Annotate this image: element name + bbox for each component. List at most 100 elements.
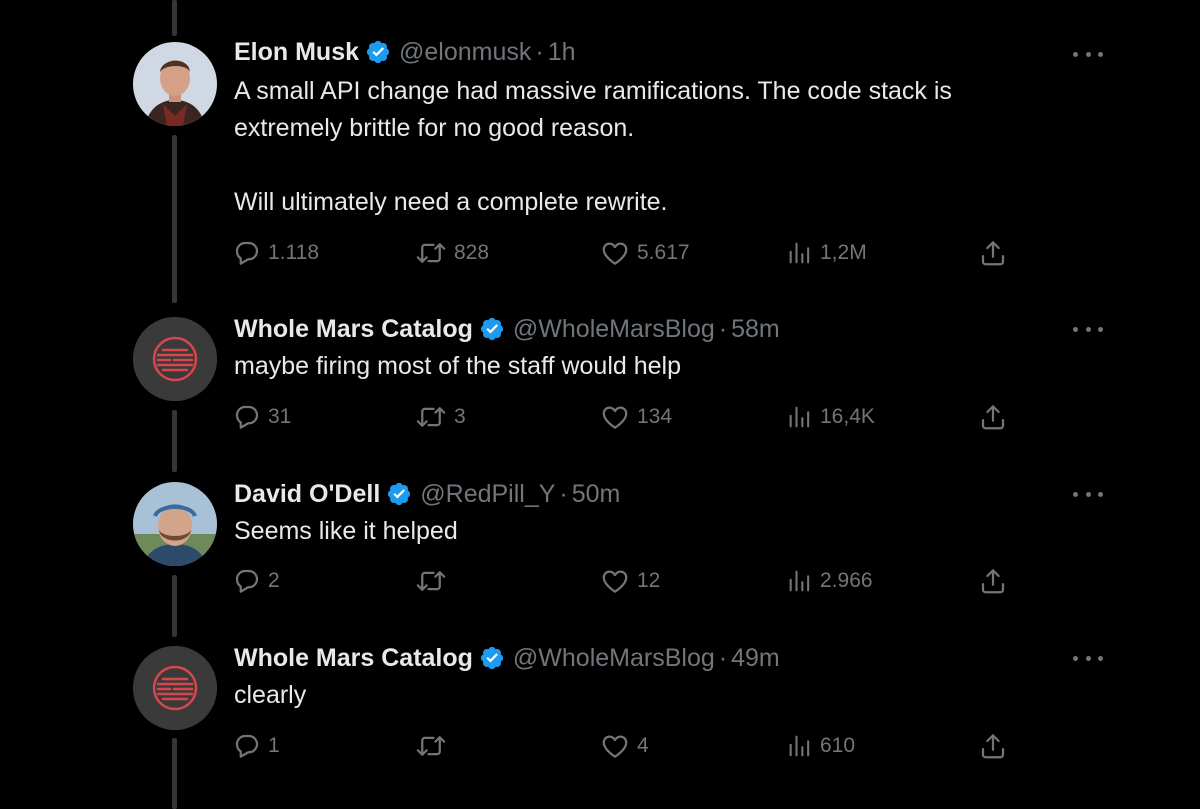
author-handle[interactable]: @RedPill_Y [420,479,555,509]
separator-dot: · [718,315,728,343]
reply-button[interactable]: 2 [232,566,280,596]
author-name[interactable]: Elon Musk [234,37,359,67]
like-button[interactable]: 134 [599,402,672,432]
tweet-header: David O'Dell @RedPill_Y · 50m [234,479,620,509]
tweet[interactable]: David O'Dell @RedPill_Y · 50m Seems like… [0,465,1200,615]
separator-dot: · [718,644,728,672]
action-bar: 1.118 828 5.617 1,2M [0,238,1200,268]
repost-button[interactable] [414,566,454,596]
share-button[interactable] [978,731,1008,761]
like-icon [602,406,628,429]
views-icon [789,570,810,592]
repost-count: 3 [454,405,466,428]
share-button[interactable] [978,566,1008,596]
share-icon [981,569,1005,594]
views-count: 610 [820,734,856,757]
action-bar: 31 3 134 16,4K [0,402,1200,432]
author-name[interactable]: David O'Dell [234,479,380,509]
reply-icon [235,569,259,593]
repost-icon [416,571,446,591]
more-icon[interactable] [1073,648,1103,668]
like-button[interactable]: 5.617 [599,238,690,268]
views-button[interactable]: 2.966 [786,566,873,596]
like-count: 134 [637,405,673,428]
views-icon [789,735,810,757]
repost-icon [416,243,446,263]
verified-badge-icon [365,39,391,65]
share-button[interactable] [978,238,1008,268]
tweet[interactable]: Elon Musk @elonmusk · 1h A small API cha… [0,0,1200,290]
like-button[interactable]: 12 [599,566,660,596]
author-handle[interactable]: @elonmusk [399,37,531,67]
author-handle[interactable]: @WholeMarsBlog [513,314,715,344]
views-icon [789,242,810,264]
reply-icon [235,241,259,265]
timestamp[interactable]: 1h [548,37,576,67]
timestamp[interactable]: 49m [731,643,780,673]
reply-icon [235,405,259,429]
action-bar: 1 4 610 [0,731,1200,761]
views-button[interactable]: 16,4K [786,402,875,432]
tweet-text-line: Will ultimately need a complete rewrite. [234,188,668,216]
share-icon [981,405,1005,430]
like-count: 4 [637,734,649,757]
author-name[interactable]: Whole Mars Catalog [234,314,473,344]
share-button[interactable] [978,402,1008,432]
avatar[interactable] [133,317,217,401]
like-count: 12 [637,569,661,592]
reply-icon [235,734,259,758]
reply-count: 1.118 [268,241,319,264]
tweet-text-line: A small API change had massive ramificat… [234,77,952,105]
reply-button[interactable]: 31 [232,402,291,432]
tweet-text: Seems like it helped [234,513,1094,550]
repost-icon [416,736,446,756]
tweet[interactable]: Whole Mars Catalog @WholeMarsBlog · 58m … [0,300,1200,450]
tweet-header: Whole Mars Catalog @WholeMarsBlog · 49m [234,643,780,673]
tweet-text: maybe firing most of the staff would hel… [234,348,1094,385]
tweet-header: Whole Mars Catalog @WholeMarsBlog · 58m [234,314,780,344]
avatar[interactable] [133,482,217,566]
author-name[interactable]: Whole Mars Catalog [234,643,473,673]
action-bar: 2 12 2.966 [0,566,1200,596]
timestamp[interactable]: 50m [572,479,621,509]
views-button[interactable]: 610 [786,731,855,761]
more-icon[interactable] [1073,44,1103,64]
repost-icon [416,407,446,427]
timestamp[interactable]: 58m [731,314,780,344]
tweet-header: Elon Musk @elonmusk · 1h [234,37,576,67]
tweet-text: clearly [234,677,1094,714]
author-handle[interactable]: @WholeMarsBlog [513,643,715,673]
separator-dot: · [535,38,544,66]
like-button[interactable]: 4 [599,731,649,761]
verified-badge-icon [386,481,412,507]
verified-badge-icon [479,316,505,342]
share-icon [981,734,1005,759]
like-icon [602,735,628,758]
avatar[interactable] [133,646,217,730]
tweet-text: A small API change had massive ramificat… [234,73,1094,221]
like-count: 5.617 [637,241,690,264]
tweet-text-line: Seems like it helped [234,517,458,545]
reply-button[interactable]: 1.118 [232,238,319,268]
more-icon[interactable] [1073,319,1103,339]
more-icon[interactable] [1073,484,1103,504]
share-icon [981,241,1005,266]
views-count: 2.966 [820,569,873,592]
repost-button[interactable]: 3 [414,402,466,432]
repost-count: 828 [454,241,490,264]
avatar[interactable] [133,42,217,126]
tweet-text-line: clearly [234,681,307,709]
repost-button[interactable] [414,731,454,761]
reply-count: 1 [268,734,280,757]
tweet-text-line: maybe firing most of the staff would hel… [234,352,681,380]
views-icon [789,406,810,428]
views-button[interactable]: 1,2M [786,238,867,268]
tweet[interactable]: Whole Mars Catalog @WholeMarsBlog · 49m … [0,629,1200,799]
repost-button[interactable]: 828 [414,238,489,268]
reply-button[interactable]: 1 [232,731,280,761]
views-count: 16,4K [820,405,875,428]
views-count: 1,2M [820,241,867,264]
tweet-text-line: extremely brittle for no good reason. [234,114,635,142]
like-icon [602,570,628,593]
reply-count: 2 [268,569,280,592]
